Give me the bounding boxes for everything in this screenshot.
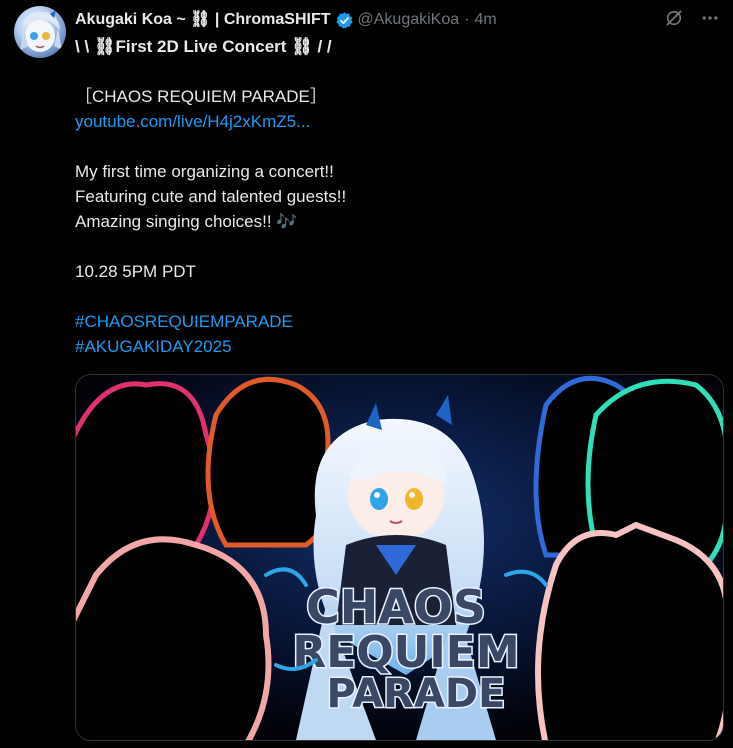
tweet-text: \ \ ⛓First 2D Live Concert ⛓ / / ［CHAOS … [75, 34, 715, 359]
tweet-line-heading: \ \ ⛓First 2D Live Concert ⛓ / / [75, 37, 332, 56]
author-display-name[interactable]: Akugaki Koa ~ ⛓ | ChromaSHIFT [75, 9, 331, 31]
grok-icon[interactable] [663, 7, 685, 29]
hashtag-chaosrequiemparade[interactable]: #CHAOSREQUIEMPARADE [75, 309, 715, 334]
event-logo: CHAOS REQUIEM PARADE [291, 579, 521, 719]
tweet-timestamp[interactable]: 4m [474, 9, 496, 31]
tweet-header: Akugaki Koa ~ ⛓ | ChromaSHIFT @AkugakiKo… [75, 8, 497, 32]
tweet-line: Amazing singing choices!! 🎶 [75, 212, 298, 231]
tweet[interactable]: Akugaki Koa ~ ⛓ | ChromaSHIFT @AkugakiKo… [0, 0, 733, 748]
tweet-line-concert-title: ［CHAOS REQUIEM PARADE］ [75, 87, 327, 106]
verified-badge-icon [335, 11, 354, 30]
separator-dot: · [464, 11, 470, 28]
youtube-link[interactable]: youtube.com/live/H4j2xKmZ5... [75, 109, 715, 134]
tweet-actions-top [663, 7, 721, 29]
media-image[interactable]: CHAOS REQUIEM PARADE [75, 374, 724, 741]
tweet-line: Featuring cute and talented guests!! [75, 187, 347, 206]
tweet-line-date: 10.28 5PM PDT [75, 262, 196, 281]
more-icon[interactable] [699, 7, 721, 29]
logo-line-chaos: CHAOS [306, 580, 486, 634]
author-handle[interactable]: @AkugakiKoa [358, 9, 460, 31]
hashtag-akugakiday2025[interactable]: #AKUGAKIDAY2025 [75, 334, 715, 359]
avatar[interactable] [14, 6, 66, 58]
logo-line-parade: PARADE [327, 671, 506, 717]
tweet-line: My first time organizing a concert!! [75, 162, 334, 181]
